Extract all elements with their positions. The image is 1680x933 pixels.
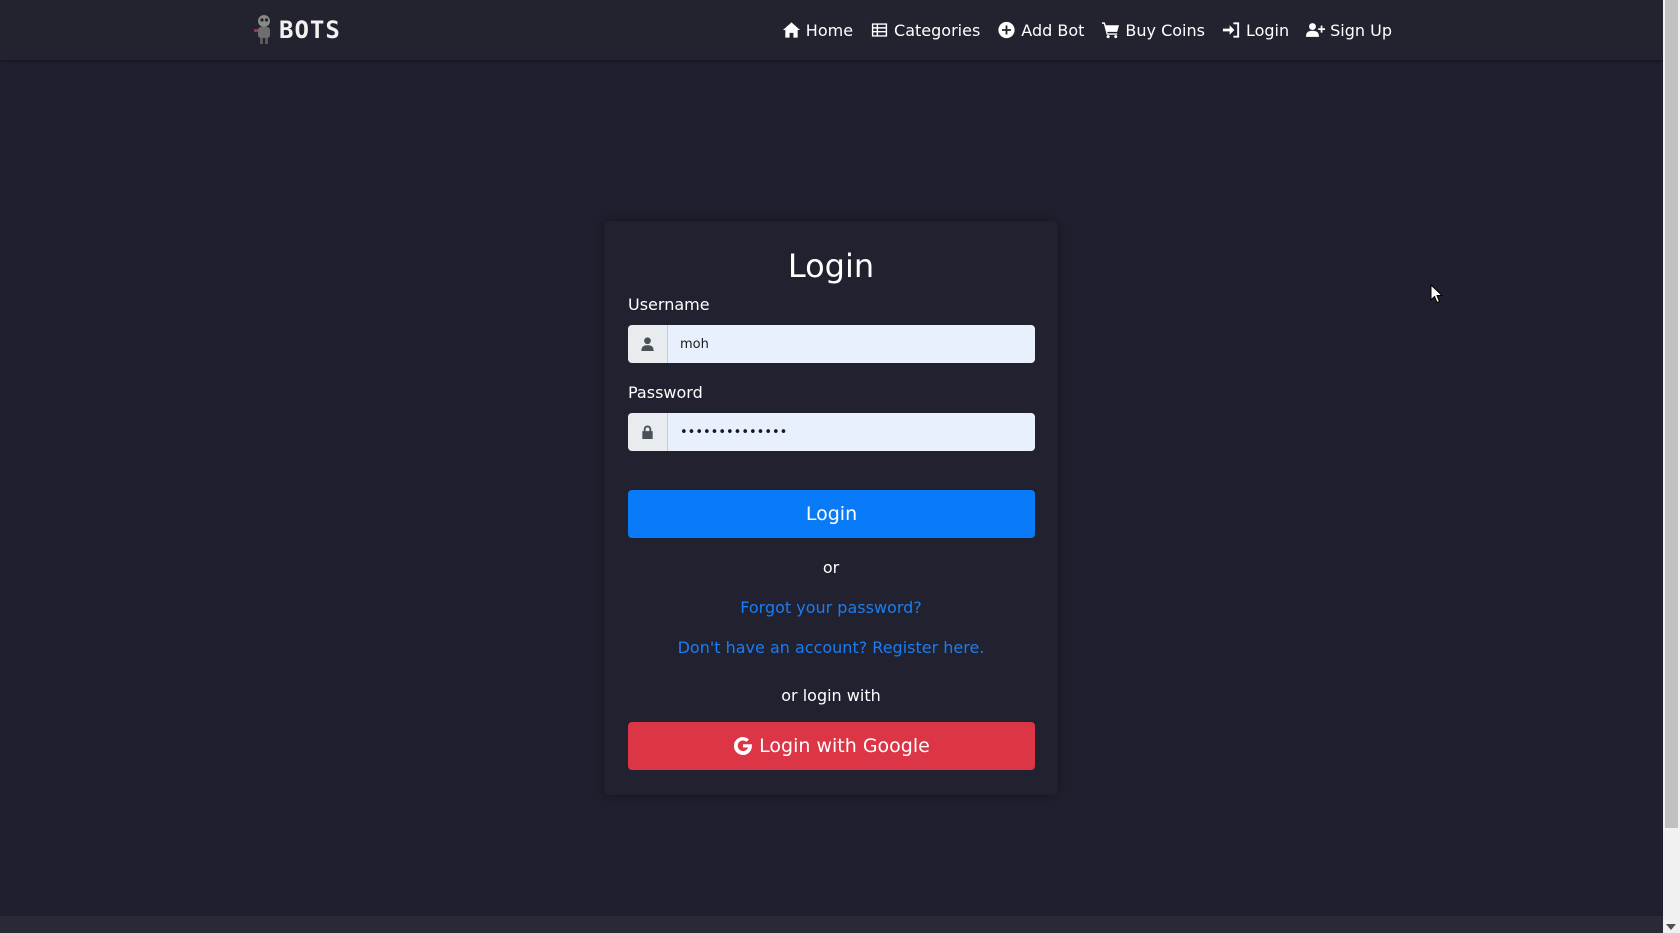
forgot-password-row: Forgot your password?	[604, 598, 1058, 617]
plus-circle-icon	[998, 21, 1015, 39]
nav-categories[interactable]: Categories	[870, 21, 980, 40]
scroll-down-arrow-icon[interactable]	[1666, 924, 1676, 930]
home-icon	[782, 22, 800, 38]
list-icon	[871, 23, 888, 37]
vertical-scrollbar[interactable]	[1663, 0, 1680, 933]
password-group	[628, 413, 1035, 451]
username-label: Username	[628, 295, 710, 314]
nav-add-bot[interactable]: Add Bot	[997, 21, 1084, 40]
forgot-password-link[interactable]: Forgot your password?	[740, 598, 922, 617]
google-login-label: Login with Google	[759, 735, 930, 757]
cart-icon	[1102, 22, 1120, 39]
nav-categories-label: Categories	[894, 20, 981, 40]
login-page: BOTS Home Categories Add Bot Buy Coins L…	[0, 0, 1680, 933]
top-navbar: BOTS Home Categories Add Bot Buy Coins L…	[0, 0, 1663, 60]
register-row: Don't have an account? Register here.	[604, 638, 1058, 657]
scrollbar-thumb[interactable]	[1665, 0, 1678, 828]
nav-sign-up[interactable]: Sign Up	[1306, 21, 1392, 40]
main-nav: Home Categories Add Bot Buy Coins Login …	[782, 0, 1392, 60]
nav-login[interactable]: Login	[1222, 21, 1289, 40]
login-title: Login	[787, 247, 875, 285]
nav-buy-coins-label: Buy Coins	[1125, 20, 1205, 40]
lock-icon	[642, 425, 653, 440]
nav-add-bot-label: Add Bot	[1021, 20, 1085, 40]
username-group	[628, 325, 1035, 363]
register-link[interactable]: Don't have an account? Register here.	[678, 638, 985, 657]
password-label: Password	[628, 383, 703, 402]
login-button[interactable]: Login	[628, 490, 1035, 538]
username-input[interactable]	[668, 325, 1035, 363]
nav-buy-coins[interactable]: Buy Coins	[1101, 21, 1205, 40]
user-plus-icon	[1306, 23, 1326, 37]
user-icon	[641, 337, 654, 352]
or-login-with-text: or login with	[781, 686, 881, 705]
nav-login-label: Login	[1245, 20, 1290, 40]
nav-home-label: Home	[805, 20, 854, 40]
username-addon	[628, 325, 668, 363]
nav-home[interactable]: Home	[782, 21, 853, 40]
mouse-cursor-icon	[1430, 284, 1443, 304]
nav-sign-up-label: Sign Up	[1330, 20, 1392, 40]
google-icon	[734, 736, 753, 755]
brand-text: BOTS	[279, 16, 341, 44]
google-login-button[interactable]: Login with Google	[628, 722, 1035, 770]
brand-logo[interactable]: BOTS	[252, 12, 341, 48]
sign-in-icon	[1222, 22, 1240, 38]
login-card: Login Username Password Login or Forgot …	[604, 221, 1058, 795]
password-input[interactable]	[668, 413, 1035, 451]
robot-mascot-icon	[254, 15, 270, 44]
horizontal-scrollbar[interactable]	[0, 916, 1663, 933]
password-addon	[628, 413, 668, 451]
or-divider: or	[822, 558, 840, 577]
